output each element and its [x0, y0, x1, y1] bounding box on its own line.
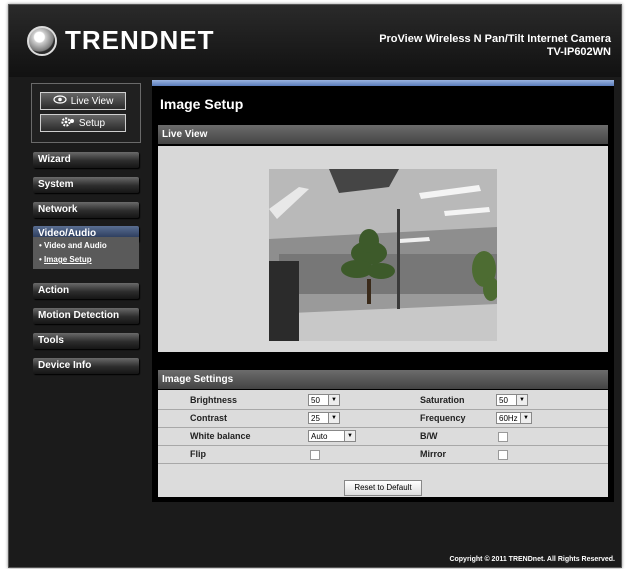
saturation-value: 50 [499, 396, 508, 405]
white-balance-label: White balance [190, 431, 251, 441]
menu-network[interactable]: Network [33, 202, 139, 218]
eye-icon [53, 95, 67, 107]
gear-icon [61, 116, 75, 130]
menu-motion-detection[interactable]: Motion Detection [33, 308, 139, 324]
app-frame: TRENDNET ProView Wireless N Pan/Tilt Int… [8, 4, 622, 568]
settings-row: Brightness 50 ▼ Saturation 50 ▼ [158, 392, 608, 410]
video-audio-submenu: • Video and Audio • Image Setup [33, 237, 139, 269]
brightness-select[interactable]: 50 ▼ [308, 394, 340, 406]
camera-live-image [269, 169, 497, 341]
bw-checkbox[interactable] [498, 432, 508, 442]
dropdown-arrow-icon: ▼ [344, 431, 355, 441]
mirror-checkbox[interactable] [498, 450, 508, 460]
frequency-select[interactable]: 60Hz ▼ [496, 412, 532, 424]
settings-row: Flip Mirror [158, 446, 608, 464]
settings-row: White balance Auto ▼ B/W [158, 428, 608, 446]
frequency-label: Frequency [420, 413, 466, 423]
setup-label: Setup [78, 117, 106, 129]
frequency-value: 60Hz [499, 414, 518, 423]
contrast-label: Contrast [190, 413, 228, 423]
trendnet-logo-icon [27, 25, 57, 56]
menu-action[interactable]: Action [33, 283, 139, 299]
image-settings-panel: Brightness 50 ▼ Saturation 50 ▼ Contrast… [158, 390, 608, 497]
brand-name: TRENDNET [65, 25, 215, 55]
flip-checkbox[interactable] [310, 450, 320, 460]
image-settings-header: Image Settings [158, 370, 608, 389]
flip-label: Flip [190, 449, 206, 459]
dropdown-arrow-icon: ▼ [328, 395, 339, 405]
live-view-area [158, 146, 608, 352]
submenu-video-and-audio[interactable]: • Video and Audio [39, 241, 107, 250]
brightness-label: Brightness [190, 395, 238, 405]
brand-logo: TRENDNET [27, 25, 215, 56]
contrast-select[interactable]: 25 ▼ [308, 412, 340, 424]
live-view-header: Live View [158, 125, 608, 144]
submenu-image-setup[interactable]: • Image Setup [39, 255, 92, 264]
setup-button[interactable]: Setup [40, 114, 126, 132]
accent-bar [152, 80, 614, 86]
main-panel: Image Setup Live View Image Settings Bri… [152, 80, 614, 502]
menu-system[interactable]: System [33, 177, 139, 193]
contrast-value: 25 [311, 414, 320, 423]
menu-device-info[interactable]: Device Info [33, 358, 139, 374]
saturation-label: Saturation [420, 395, 465, 405]
white-balance-select[interactable]: Auto ▼ [308, 430, 356, 442]
dropdown-arrow-icon: ▼ [328, 413, 339, 423]
product-info: ProView Wireless N Pan/Tilt Internet Cam… [379, 33, 611, 59]
page-title: Image Setup [160, 96, 244, 112]
live-view-label: Live View [70, 95, 114, 107]
dropdown-arrow-icon: ▼ [520, 413, 531, 423]
brightness-value: 50 [311, 396, 320, 405]
saturation-select[interactable]: 50 ▼ [496, 394, 528, 406]
white-balance-value: Auto [311, 432, 328, 441]
reset-to-default-button[interactable]: Reset to Default [344, 480, 422, 496]
mirror-label: Mirror [420, 449, 447, 459]
submenu-image-setup-label: Image Setup [44, 255, 92, 264]
product-name: ProView Wireless N Pan/Tilt Internet Cam… [379, 33, 611, 45]
model-number: TV-IP602WN [546, 46, 611, 58]
bw-label: B/W [420, 431, 438, 441]
dropdown-arrow-icon: ▼ [516, 395, 527, 405]
menu-wizard[interactable]: Wizard [33, 152, 139, 168]
copyright: Copyright © 2011 TRENDnet. All Rights Re… [449, 556, 615, 563]
header: TRENDNET ProView Wireless N Pan/Tilt Int… [9, 5, 621, 77]
submenu-video-and-audio-label: Video and Audio [44, 241, 107, 250]
settings-row: Contrast 25 ▼ Frequency 60Hz ▼ [158, 410, 608, 428]
menu-tools[interactable]: Tools [33, 333, 139, 349]
quick-buttons: Live View Setup [31, 83, 141, 143]
live-view-button[interactable]: Live View [40, 92, 126, 110]
